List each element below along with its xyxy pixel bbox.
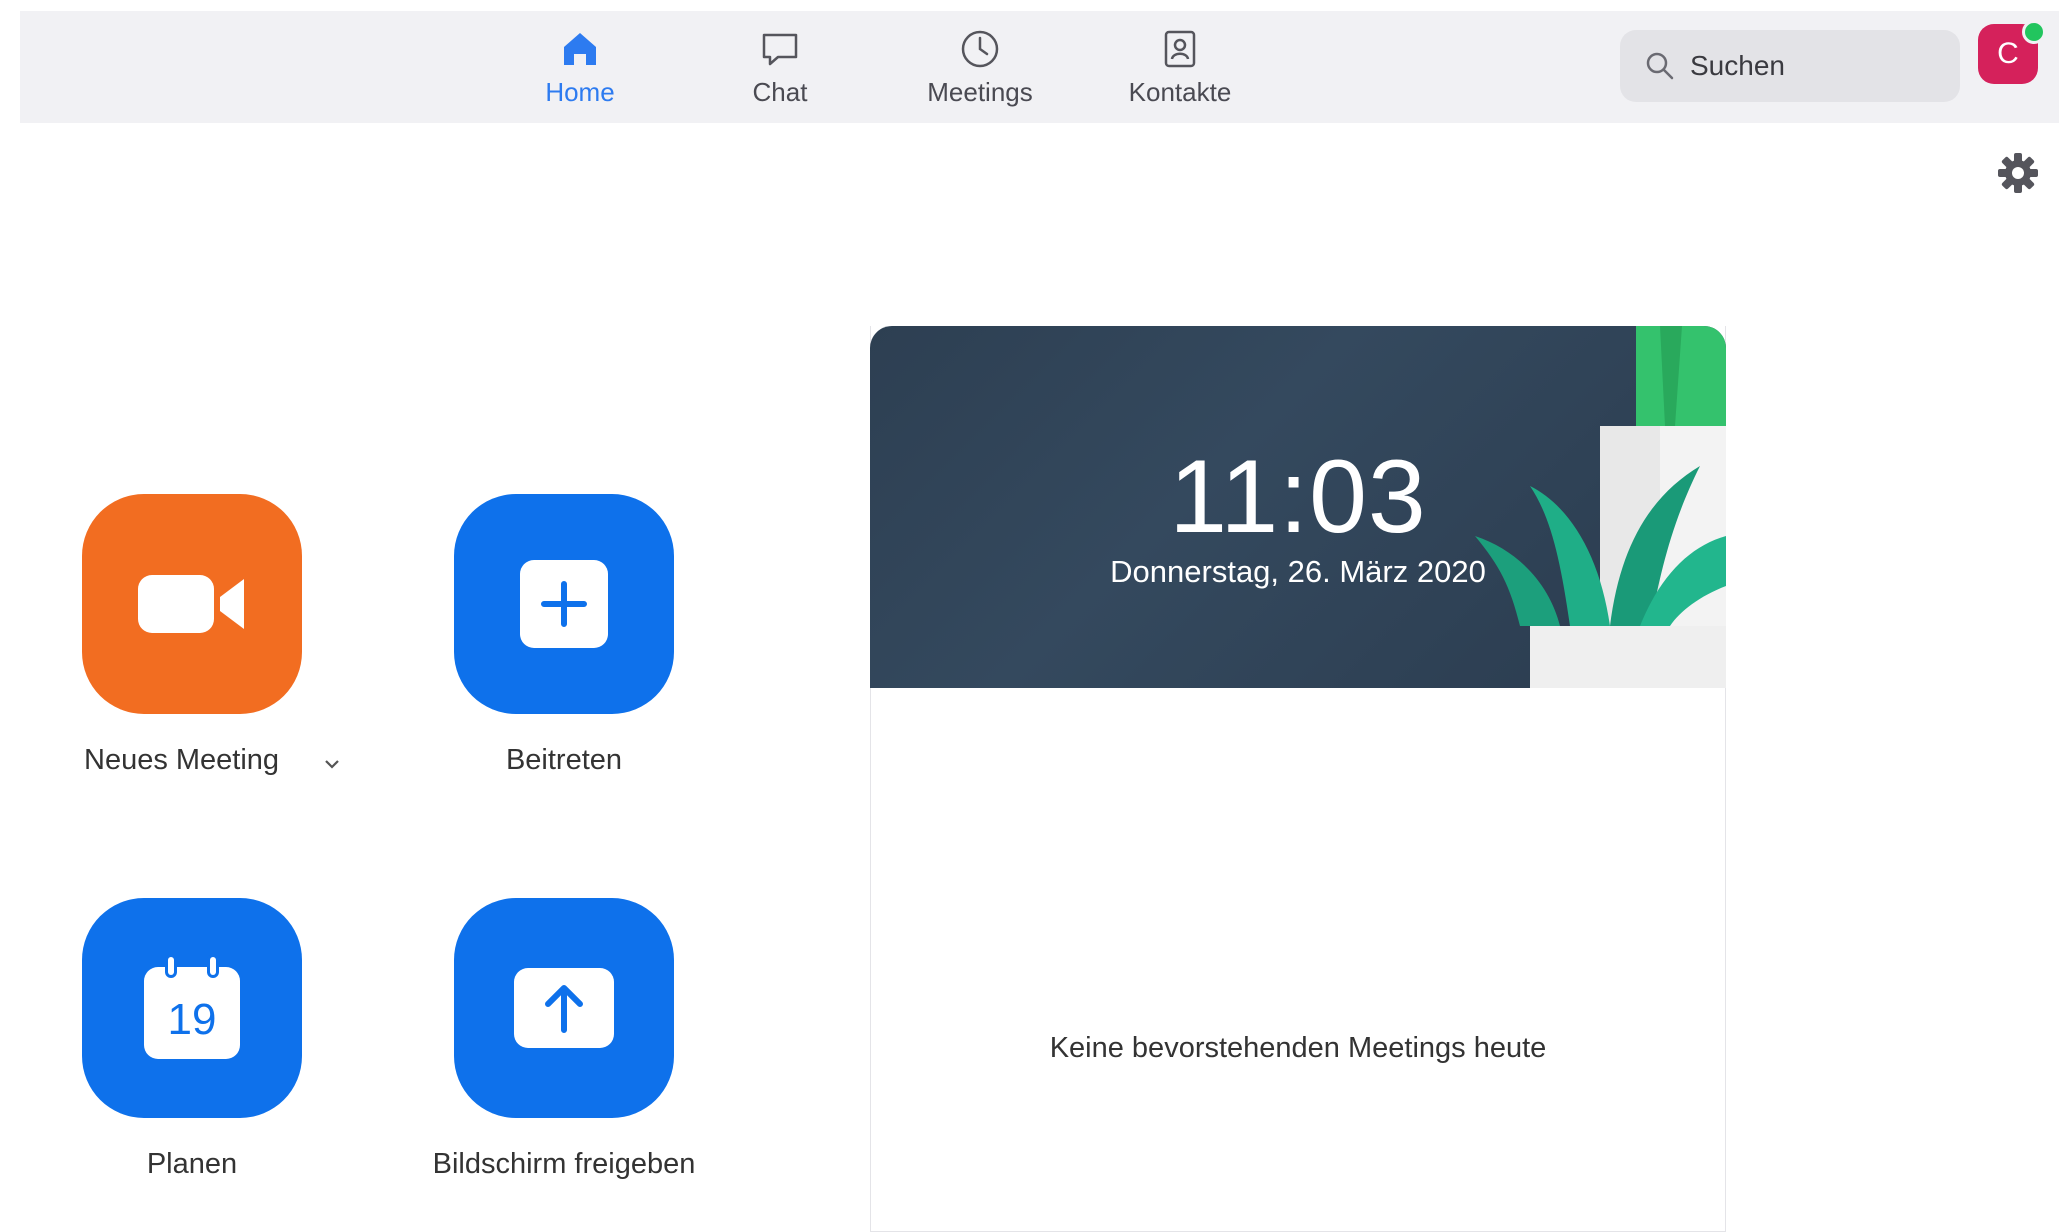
settings-gear-icon[interactable] (1995, 150, 2041, 196)
chat-icon (756, 25, 804, 73)
clock-header: 11:03 Donnerstag, 26. März 2020 (870, 326, 1726, 688)
presence-status-dot (2022, 20, 2046, 44)
search-icon (1640, 46, 1680, 86)
new-meeting-button[interactable] (82, 494, 302, 714)
nav-tab-chat[interactable]: Chat (710, 19, 850, 115)
contacts-icon (1156, 25, 1204, 73)
nav-tab-meetings[interactable]: Meetings (910, 19, 1050, 115)
chevron-down-icon[interactable] (320, 752, 344, 776)
nav-tab-home[interactable]: Home (510, 19, 650, 115)
search-input[interactable]: Suchen (1620, 30, 1960, 102)
schedule-label: Planen (146, 1148, 238, 1180)
share-screen-label: Bildschirm freigeben (432, 1148, 696, 1180)
nav-tab-contacts-label: Kontakte (1128, 77, 1232, 107)
nav-tab-contacts[interactable]: Kontakte (1110, 19, 1250, 115)
top-nav-bar: Home Chat Meetings Kontakte Suchen C (20, 11, 2059, 123)
nav-tab-chat-label: Chat (752, 77, 808, 107)
calendar-icon: 19 (144, 957, 240, 1059)
current-time: 11:03 (1169, 439, 1427, 555)
calendar-day: 19 (167, 995, 217, 1044)
plus-icon (520, 560, 608, 648)
video-camera-icon (138, 575, 244, 633)
nav-tab-home-label: Home (545, 77, 615, 107)
search-placeholder: Suchen (1690, 50, 1785, 81)
current-date: Donnerstag, 26. März 2020 (1110, 554, 1486, 589)
avatar-initial: C (1997, 37, 2019, 70)
nav-tab-meetings-label: Meetings (927, 77, 1033, 107)
home-icon (556, 25, 604, 73)
join-button[interactable] (454, 494, 674, 714)
schedule-button[interactable]: 19 (82, 898, 302, 1118)
join-label: Beitreten (505, 744, 623, 776)
new-meeting-label: Neues Meeting (84, 744, 280, 776)
share-screen-button[interactable] (454, 898, 674, 1118)
clock-icon (956, 25, 1004, 73)
no-meetings-message: Keine bevorstehenden Meetings heute (1049, 1032, 1547, 1064)
share-arrow-icon (514, 968, 614, 1048)
